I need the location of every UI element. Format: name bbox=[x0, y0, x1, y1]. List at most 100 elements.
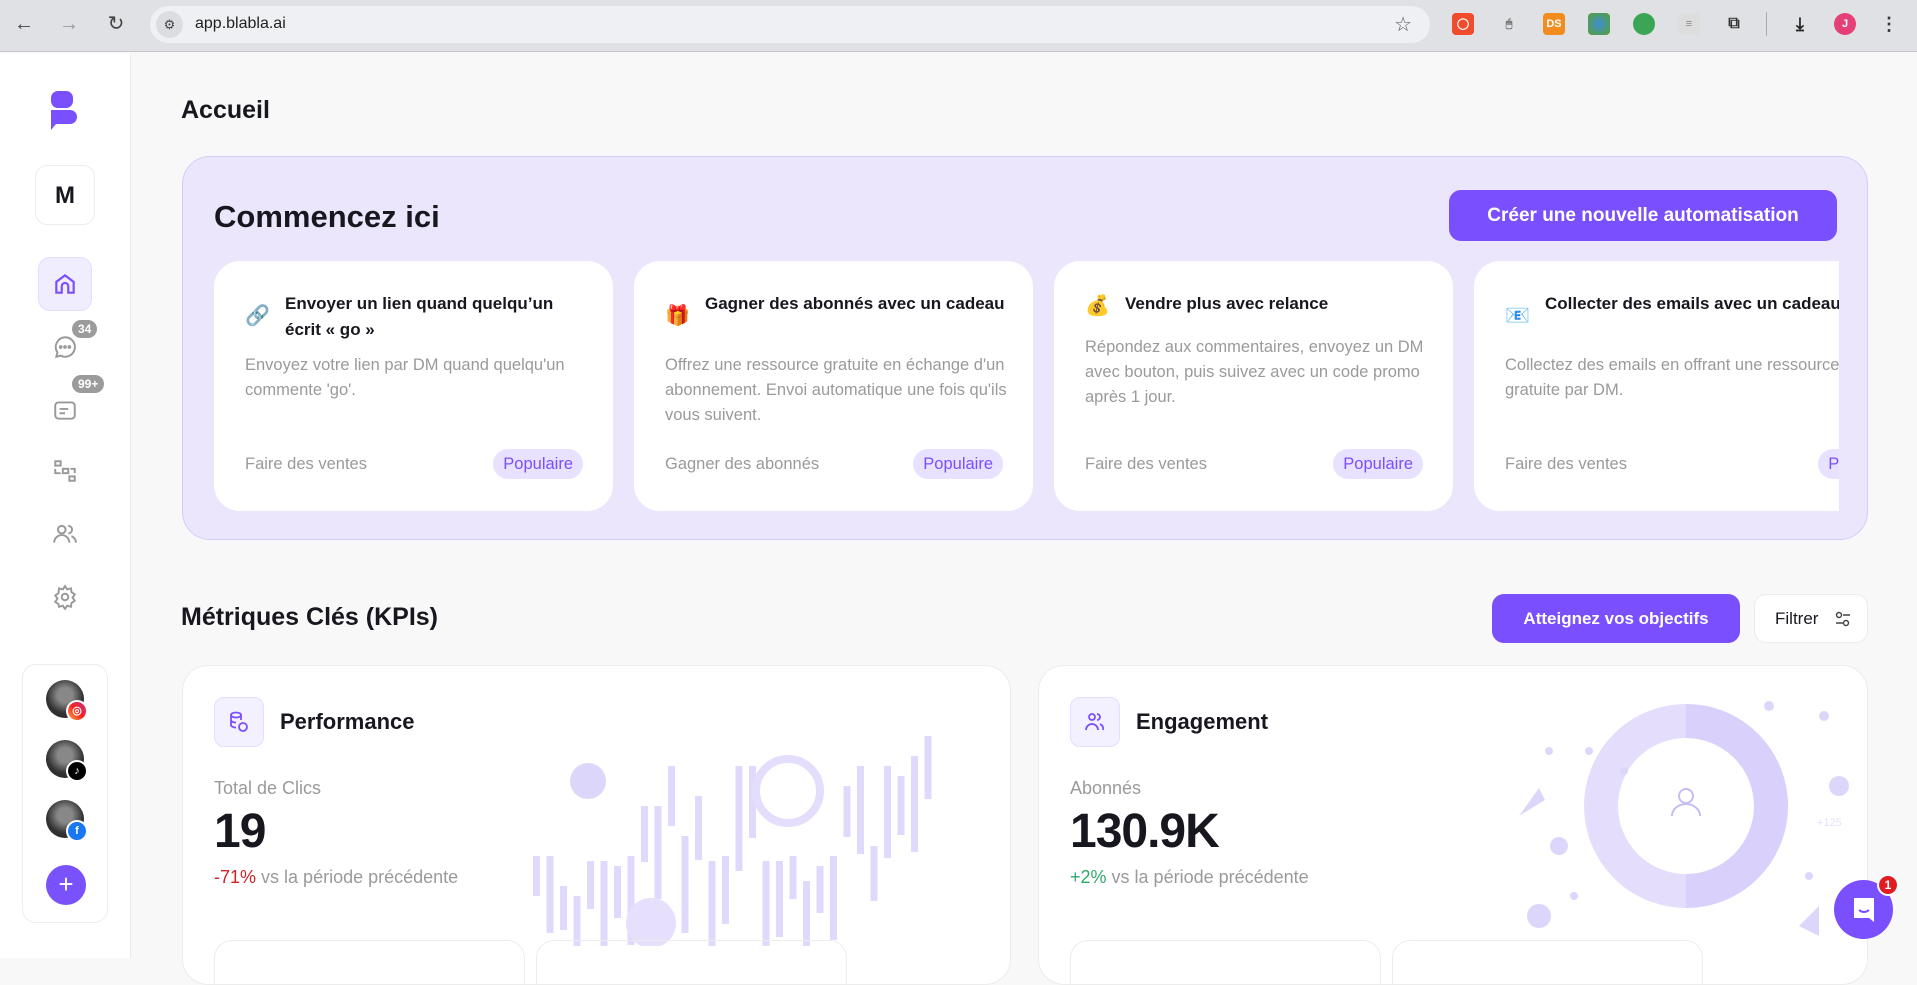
reload-icon[interactable]: ↻ bbox=[102, 10, 130, 38]
donut-illustration: +125 bbox=[1519, 701, 1849, 936]
site-settings-icon[interactable]: ⚙ bbox=[156, 11, 183, 38]
metric-label: Total de Clics bbox=[214, 778, 322, 798]
template-card[interactable]: 🔗 Envoyer un lien quand quelqu’un écrit … bbox=[214, 261, 613, 511]
popular-badge: Populaire bbox=[913, 449, 1003, 479]
url-text: app.blabla.ai bbox=[195, 15, 286, 32]
candle-bar bbox=[654, 806, 662, 899]
candle-bar bbox=[695, 796, 702, 860]
nav-automations[interactable] bbox=[38, 444, 92, 498]
metric-compare: vs la période précédente bbox=[261, 867, 459, 887]
sliders-icon bbox=[1835, 611, 1850, 627]
candle-bar bbox=[600, 861, 608, 946]
metric-delta-line: +2% vs la période précédente bbox=[1070, 867, 1309, 888]
messages-badge: 34 bbox=[72, 320, 98, 338]
globe-extension-icon[interactable] bbox=[1588, 13, 1610, 35]
metric-delta-line: -71% vs la période précédente bbox=[214, 867, 458, 888]
candle-bar bbox=[722, 856, 729, 924]
candle-bar bbox=[614, 866, 621, 918]
template-cards: 🔗 Envoyer un lien quand quelqu’un écrit … bbox=[214, 261, 1839, 511]
candle-bar bbox=[843, 786, 851, 837]
sidebar: M 34 99+ ◎ ♪ f + bbox=[0, 53, 131, 958]
tiktok-icon: ♪ bbox=[66, 760, 88, 782]
support-chat-button[interactable]: 1 bbox=[1834, 874, 1899, 939]
metric-compare: vs la période précédente bbox=[1111, 867, 1309, 887]
page-title: Accueil bbox=[181, 96, 270, 124]
extensions-puzzle-icon[interactable]: ⧉ bbox=[1723, 13, 1745, 35]
instagram-icon: ◎ bbox=[66, 700, 88, 722]
candle-bar bbox=[681, 836, 689, 933]
create-automation-button[interactable]: Créer une nouvelle automatisation bbox=[1449, 190, 1837, 241]
ring-shape bbox=[752, 755, 824, 827]
kpi-section-title: Métriques Clés (KPIs) bbox=[181, 603, 439, 631]
get-started-panel: Commencez ici Créer une nouvelle automat… bbox=[182, 156, 1868, 540]
reader-extension-icon[interactable]: ≡ bbox=[1678, 13, 1700, 35]
card-description: Envoyez votre lien par DM quand quelqu'u… bbox=[245, 356, 565, 399]
popular-badge: Populaire bbox=[1333, 449, 1423, 479]
card-title: Gagner des abonnés avec un cadeau bbox=[705, 294, 1005, 313]
card-category: Gagner des abonnés bbox=[665, 455, 820, 473]
pie-shape bbox=[570, 763, 606, 799]
gift-icon: 🎁 bbox=[665, 305, 690, 327]
card-description: Répondez aux commentaires, envoyez un DM… bbox=[1085, 338, 1424, 406]
workspace-switcher[interactable]: M bbox=[35, 165, 95, 225]
candle-bar bbox=[668, 766, 675, 826]
candle-bar bbox=[789, 856, 797, 899]
nav-home[interactable] bbox=[38, 257, 92, 311]
ds-extension-icon[interactable]: DS bbox=[1543, 13, 1565, 35]
deco-count: +125 bbox=[1817, 817, 1842, 829]
card-category: Faire des ventes bbox=[1505, 455, 1627, 473]
browser-toolbar: ← → ↻ ⚙ app.blabla.ai ☆ ◯ 🖱 DS ≡ ⧉ ⤓ J ⋮ bbox=[0, 0, 1917, 52]
instagram-account-avatar[interactable]: ◎ bbox=[46, 680, 88, 722]
extension-icon[interactable]: ◯ bbox=[1452, 13, 1474, 35]
candle-bar bbox=[830, 856, 837, 940]
download-icon[interactable]: ⤓ bbox=[1789, 13, 1811, 35]
candle-bar bbox=[641, 806, 648, 862]
menu-icon[interactable]: ⋮ bbox=[1878, 13, 1900, 35]
back-icon[interactable]: ← bbox=[10, 10, 38, 38]
candle-bar bbox=[708, 861, 716, 946]
nav-audience[interactable] bbox=[38, 507, 92, 561]
unread-badge: 1 bbox=[1877, 874, 1899, 896]
sub-metric-card bbox=[1392, 940, 1703, 984]
template-card[interactable]: 📧 Collecter des emails avec un cadeau Co… bbox=[1474, 261, 1839, 511]
profile-avatar[interactable]: J bbox=[1834, 13, 1856, 35]
filter-button[interactable]: Filtrer bbox=[1754, 594, 1868, 643]
forward-icon[interactable]: → bbox=[55, 10, 83, 38]
sub-metric-card bbox=[536, 940, 847, 984]
blabla-logo[interactable] bbox=[50, 91, 78, 131]
candle-bar bbox=[897, 776, 905, 835]
candle-bar bbox=[911, 756, 918, 852]
facebook-account-avatar[interactable]: f bbox=[46, 800, 88, 842]
candle-bar bbox=[857, 766, 864, 854]
filter-label: Filtrer bbox=[1775, 609, 1819, 628]
template-card[interactable]: 🎁 Gagner des abonnés avec un cadeau Offr… bbox=[634, 261, 1033, 511]
candle-bar bbox=[546, 856, 554, 933]
candle-bar bbox=[762, 861, 770, 946]
address-bar[interactable]: ⚙ app.blabla.ai ☆ bbox=[150, 6, 1430, 43]
card-category: Faire des ventes bbox=[1085, 455, 1207, 473]
candle-bar bbox=[735, 766, 743, 871]
nav-settings[interactable] bbox=[38, 570, 92, 624]
candle-bar bbox=[533, 856, 540, 896]
bookmark-star-icon[interactable]: ☆ bbox=[1394, 12, 1412, 37]
social-accounts: ◎ ♪ f + bbox=[22, 664, 108, 923]
template-card[interactable]: 💰 Vendre plus avec relance Répondez aux … bbox=[1054, 261, 1453, 511]
card-title: Collecter des emails avec un cadeau bbox=[1545, 294, 1839, 313]
reach-goals-button[interactable]: Atteignez vos objectifs bbox=[1492, 594, 1740, 643]
money-bag-icon: 💰 bbox=[1085, 295, 1110, 317]
coins-icon bbox=[214, 697, 264, 747]
candle-bar bbox=[884, 766, 891, 858]
inbox-icon bbox=[54, 401, 76, 420]
workflow-icon bbox=[54, 460, 76, 482]
link-icon: 🔗 bbox=[245, 305, 270, 327]
popular-badge: Populaire bbox=[1818, 449, 1839, 479]
popular-badge: Populaire bbox=[493, 449, 583, 479]
card-category: Faire des ventes bbox=[245, 455, 367, 473]
mouse-extension-icon[interactable]: 🖱 bbox=[1498, 13, 1520, 35]
tiktok-account-avatar[interactable]: ♪ bbox=[46, 740, 88, 782]
email-icon: 📧 bbox=[1505, 305, 1530, 327]
gear-icon bbox=[53, 584, 77, 610]
users-icon bbox=[53, 524, 77, 543]
add-account-button[interactable]: + bbox=[46, 865, 86, 905]
robot-extension-icon[interactable] bbox=[1633, 13, 1655, 35]
